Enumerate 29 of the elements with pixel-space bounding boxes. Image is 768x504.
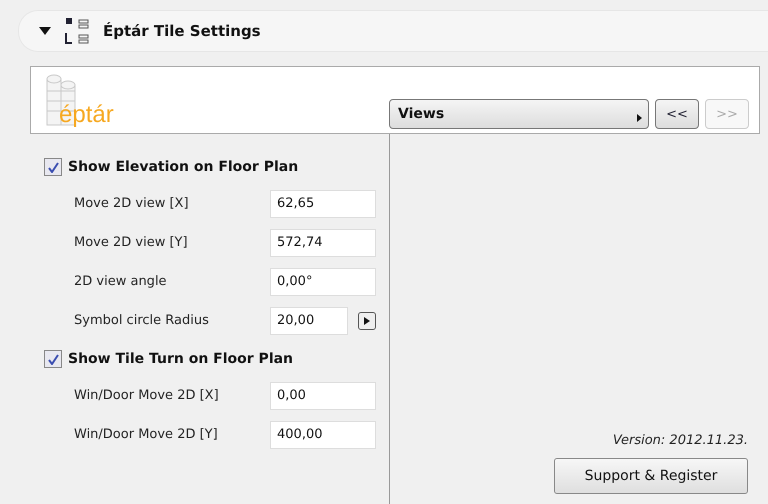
checkbox-label: Show Tile Turn on Floor Plan bbox=[68, 351, 294, 367]
checkbox[interactable] bbox=[44, 158, 62, 176]
field-label: Move 2D view [Y] bbox=[74, 235, 189, 250]
field-label: Move 2D view [X] bbox=[74, 196, 190, 211]
field-label: Win/Door Move 2D [X] bbox=[74, 388, 220, 403]
field-label: 2D view angle bbox=[74, 274, 168, 289]
check-icon bbox=[48, 354, 58, 364]
arrow-icon bbox=[364, 316, 370, 324]
check-icon bbox=[48, 162, 58, 172]
version-text: Version: 2012.11.23. bbox=[612, 433, 748, 448]
input-field[interactable]: 62,65 bbox=[270, 190, 376, 218]
input-field[interactable]: 400,00 bbox=[270, 420, 376, 448]
panel-title: Éptár Tile Settings bbox=[103, 22, 261, 40]
field-label: Win/Door Move 2D [Y] bbox=[74, 427, 219, 442]
input-field[interactable]: 20,00 bbox=[270, 306, 348, 334]
views-menu[interactable]: Views bbox=[389, 99, 649, 129]
logo-text: éptár bbox=[59, 101, 114, 129]
layout-icon bbox=[65, 17, 89, 45]
support-button[interactable]: Support & Register bbox=[554, 458, 748, 494]
nav-button[interactable]: << bbox=[655, 99, 699, 129]
arrow-button[interactable] bbox=[358, 312, 376, 330]
checkbox[interactable] bbox=[44, 350, 62, 368]
checkbox-label: Show Elevation on Floor Plan bbox=[68, 159, 298, 175]
arrow-icon bbox=[637, 114, 642, 122]
input-field[interactable]: 0,00° bbox=[270, 268, 376, 296]
field-label: Symbol circle Radius bbox=[74, 313, 210, 328]
caret-icon[interactable] bbox=[39, 27, 51, 35]
input-field[interactable]: 0,00 bbox=[270, 382, 376, 410]
input-field[interactable]: 572,74 bbox=[270, 228, 376, 256]
